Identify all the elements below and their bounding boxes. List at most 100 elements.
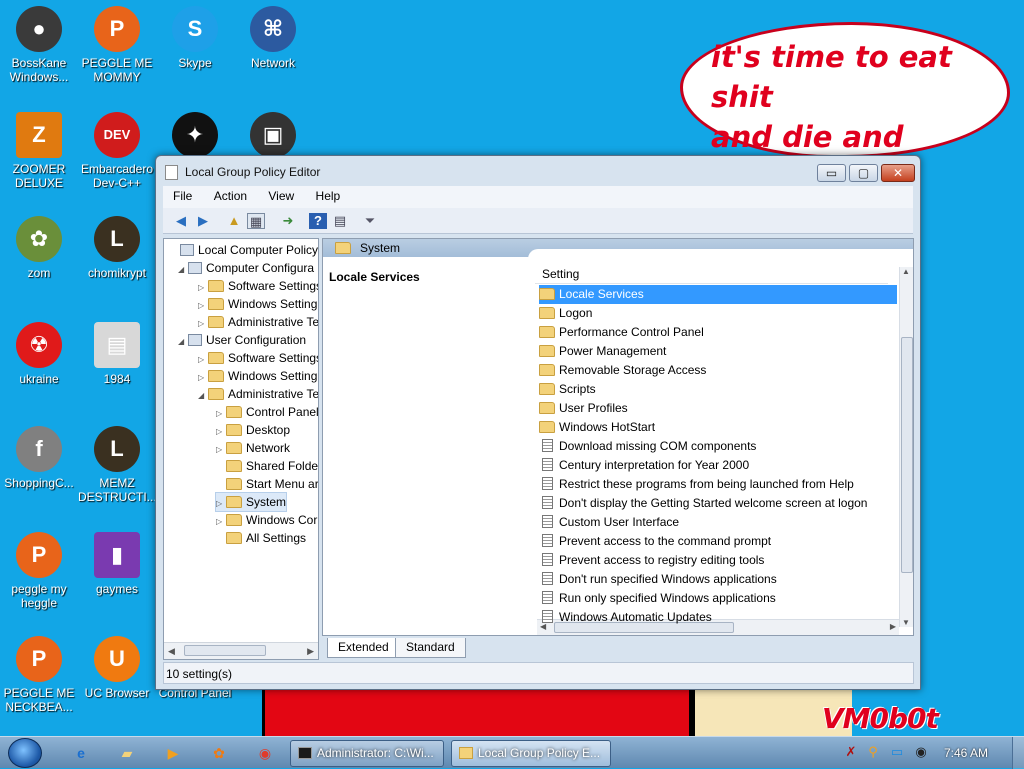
tree-node[interactable]: ▷ Desktop <box>216 421 290 439</box>
expand-arrow-icon[interactable]: ◢ <box>178 261 188 279</box>
desktop-icon[interactable]: ● BossKane Windows... <box>0 6 78 84</box>
tree-scroll-thumb[interactable] <box>184 645 266 656</box>
media-player-icon[interactable]: ▶ <box>162 742 184 764</box>
tree-node[interactable]: ▷ System <box>214 492 288 512</box>
setting-row[interactable]: Locale Services <box>539 285 897 304</box>
desktop-icon[interactable]: U UC Browser <box>78 636 156 700</box>
tab-standard[interactable]: Standard <box>395 638 466 658</box>
desktop-icon[interactable]: ✿ zom <box>0 216 78 280</box>
app-icon: ▣ <box>250 112 296 158</box>
chrome-icon[interactable]: ◉ <box>254 742 276 764</box>
tree-node[interactable]: ▷ Software Settings <box>198 349 318 367</box>
tree-node[interactable]: ▷ Network <box>216 439 290 457</box>
desktop-icon[interactable]: ☢ ukraine <box>0 322 78 386</box>
menu-file[interactable]: File <box>163 186 200 203</box>
tree-node[interactable]: ◢ Computer Configura <box>178 259 314 277</box>
task-command-prompt[interactable]: Administrator: C:\Wi... <box>290 740 444 767</box>
title-bar[interactable]: Local Group Policy Editor ▭ ▢ ✕ <box>156 156 920 186</box>
folder-icon <box>208 352 224 364</box>
up-folder-icon[interactable]: ▲ <box>225 213 243 229</box>
show-desktop-button[interactable] <box>1012 737 1024 769</box>
desktop-icon[interactable]: Ppeggle my heggle <box>0 532 78 610</box>
minimize-button[interactable]: ▭ <box>817 164 846 182</box>
setting-label: User Profiles <box>559 401 628 415</box>
desktop-icon[interactable]: DEV Embarcadero Dev-C++ <box>78 112 156 190</box>
task-group-policy-editor[interactable]: Local Group Policy E... <box>451 740 611 767</box>
desktop-icon[interactable]: f ShoppingC... <box>0 426 78 490</box>
tree-node[interactable]: ▷ Control Panel <box>216 403 318 421</box>
desktop-icon[interactable]: P PEGGLE ME NECKBEA... <box>0 636 78 714</box>
details-vertical-scrollbar[interactable]: ▲ ▼ <box>899 267 913 627</box>
desktop-icon[interactable]: S Skype <box>156 6 234 70</box>
start-button[interactable] <box>8 738 42 768</box>
tree-node[interactable]: ▷ Windows Setting <box>198 295 317 313</box>
setting-row[interactable]: Performance Control Panel <box>539 323 897 342</box>
tree-node[interactable]: ◢ User Configuration <box>178 331 306 349</box>
folder-icon <box>226 496 242 508</box>
scroll-down-icon[interactable]: ▼ <box>902 618 910 627</box>
tray-monitor-icon[interactable]: ▭ <box>888 743 906 761</box>
tree-node[interactable]: ▷ Windows Setting <box>198 367 317 385</box>
setting-row[interactable]: Century interpretation for Year 2000 <box>539 456 897 475</box>
desktop-icon[interactable]: ▤ 1984 <box>78 322 156 386</box>
setting-row[interactable]: Windows HotStart <box>539 418 897 437</box>
tree-node[interactable]: Start Menu ar <box>216 475 318 493</box>
scroll-left-icon[interactable]: ◀ <box>168 646 175 657</box>
setting-row[interactable]: Don't run specified Windows applications <box>539 570 897 589</box>
desktop-icon[interactable]: P PEGGLE ME MOMMY <box>78 6 156 84</box>
expand-arrow-icon[interactable]: ◢ <box>178 333 188 351</box>
menu-action[interactable]: Action <box>204 186 255 203</box>
setting-row[interactable]: Logon <box>539 304 897 323</box>
setting-row[interactable]: User Profiles <box>539 399 897 418</box>
setting-row[interactable]: Scripts <box>539 380 897 399</box>
setting-row[interactable]: Don't display the Getting Started welcom… <box>539 494 897 513</box>
setting-row[interactable]: Custom User Interface <box>539 513 897 532</box>
filter-icon[interactable]: ⏷ <box>361 213 379 229</box>
scroll-up-icon[interactable]: ▲ <box>902 267 910 276</box>
back-arrow-icon[interactable]: ◀ <box>172 213 190 229</box>
extended-view-icon[interactable]: ▤ <box>331 213 349 229</box>
setting-row[interactable]: Power Management <box>539 342 897 361</box>
column-header-setting[interactable]: Setting <box>535 262 888 284</box>
desktop-icon[interactable]: ▮ gaymes <box>78 532 156 596</box>
tree-node-label: User Configuration <box>206 333 307 347</box>
tray-checkmark-icon[interactable]: ✗ <box>842 743 860 761</box>
expand-arrow-icon[interactable]: ◢ <box>198 387 208 405</box>
menu-help[interactable]: Help <box>306 186 349 203</box>
setting-row[interactable]: Restrict these programs from being launc… <box>539 475 897 494</box>
setting-row[interactable]: Run only specified Windows applications <box>539 589 897 608</box>
export-list-icon[interactable]: ➜ <box>279 213 297 229</box>
setting-row[interactable]: Windows Automatic Updates <box>539 608 897 627</box>
tree-node[interactable]: ◢ Administrative Te <box>198 385 318 405</box>
show-hide-tree-icon[interactable]: ▦ <box>247 213 265 229</box>
clock[interactable]: 7:46 AM <box>944 746 988 760</box>
tray-volume-icon[interactable]: ◉ <box>912 743 930 761</box>
setting-row[interactable]: Removable Storage Access <box>539 361 897 380</box>
desktop-icon[interactable]: ⌘ Network <box>234 6 312 70</box>
desktop-icon[interactable]: L MEMZ DESTRUCTI... <box>78 426 157 504</box>
uc-browser-icon[interactable]: ✿ <box>208 742 230 764</box>
details-vscroll-thumb[interactable] <box>901 337 913 573</box>
tree-node[interactable]: ▷ Administrative Te <box>198 313 318 331</box>
forward-arrow-icon[interactable]: ▶ <box>194 213 212 229</box>
help-icon[interactable]: ? <box>309 213 327 229</box>
setting-row[interactable]: Download missing COM components <box>539 437 897 456</box>
setting-row[interactable]: Prevent access to the command prompt <box>539 532 897 551</box>
tree-horizontal-scrollbar[interactable]: ◀ ▶ <box>164 642 318 659</box>
tray-search-icon[interactable]: ⚲ <box>864 743 882 761</box>
desktop-icon[interactable]: Lchomikrypt <box>78 216 156 280</box>
file-explorer-icon[interactable]: ▰ <box>116 742 138 764</box>
tree-node[interactable]: Shared Folder <box>216 457 318 475</box>
scroll-right-icon[interactable]: ▶ <box>307 646 314 657</box>
tree-node[interactable]: ▷ Windows Cor <box>216 511 317 529</box>
tab-extended[interactable]: Extended <box>327 638 400 658</box>
internet-explorer-icon[interactable]: e <box>70 742 92 764</box>
menu-view[interactable]: View <box>258 186 302 203</box>
tree-node[interactable]: Local Computer Policy <box>170 241 318 259</box>
tree-node[interactable]: ▷ Software Settings <box>198 277 318 295</box>
tree-node[interactable]: All Settings <box>216 529 306 547</box>
maximize-button[interactable]: ▢ <box>849 164 878 182</box>
desktop-icon[interactable]: Z ZOOMER DELUXE <box>0 112 78 190</box>
setting-row[interactable]: Prevent access to registry editing tools <box>539 551 897 570</box>
close-button[interactable]: ✕ <box>881 164 915 182</box>
